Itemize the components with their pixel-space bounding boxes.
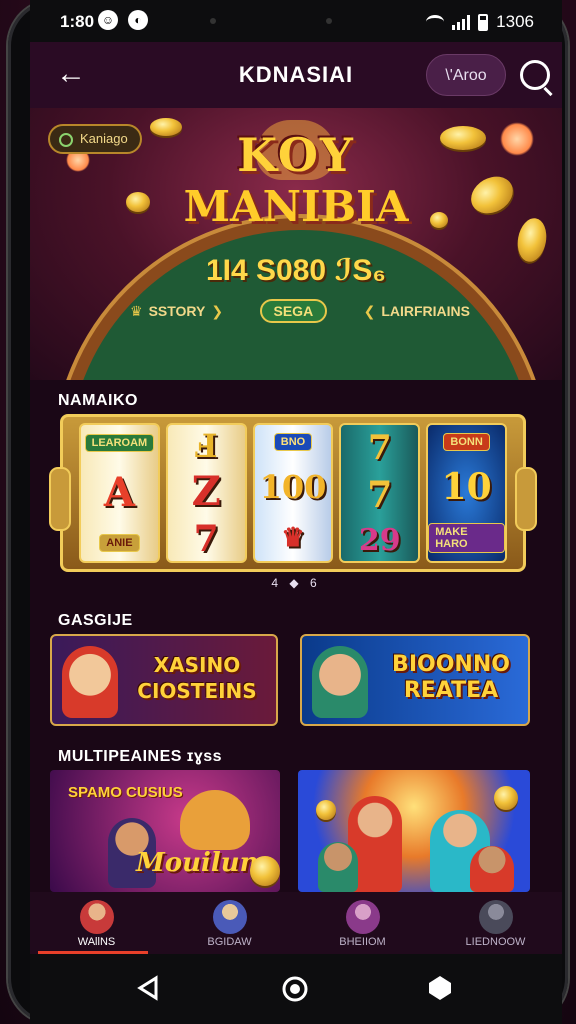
nav-item-3[interactable]: BHEIIOM [296, 892, 429, 954]
reel-symbol: 7 [367, 474, 393, 517]
game-card-title: XASINO CIOSTEINS [137, 653, 257, 703]
reel-label: BONN [443, 432, 490, 451]
reel-symbol: 7 [367, 428, 392, 469]
section-title-games: GASGIJE [58, 612, 133, 629]
reel-label: MAKE HARO [428, 523, 505, 554]
reel-symbol: 10 [441, 465, 492, 508]
nav-item-4[interactable]: LIEDNOOW [429, 892, 562, 954]
reel-symbol: 7 [193, 517, 219, 560]
slot-reel: BNO 100 ♛ [252, 423, 334, 563]
signal-icon [452, 14, 471, 30]
avatar-icon [79, 900, 114, 934]
section-title-multi: MULTIPEAINES ɪɣss [58, 748, 223, 765]
character-icon [318, 842, 358, 892]
slot-reel: LEAROAM A ANIE [79, 423, 160, 563]
slot-machine[interactable]: LEAROAM A ANIE Ⅎ Z 7 BNO 100 ♛ 7 7 29 BO… [49, 414, 537, 572]
coin-icon [494, 786, 518, 810]
avatar-icon [345, 900, 380, 934]
character-icon [470, 846, 514, 892]
reel-symbol: 29 [358, 522, 401, 558]
section-title-slots: NAMAIKO [58, 392, 138, 409]
home-circle-icon[interactable] [280, 974, 310, 1004]
reel-symbol: Z [191, 467, 221, 515]
reel-symbol: A [103, 469, 135, 517]
status-time: 1:80 [60, 12, 95, 31]
nav-item-home[interactable]: WAllNS [30, 892, 163, 954]
game-tile[interactable]: SPAMO CUSIUS Mouilum [50, 770, 280, 892]
hero-logo-bottom: MANIBIA [183, 182, 409, 231]
character-icon [62, 646, 118, 718]
app-header: ← KDNASIAI \'Aroo [30, 42, 562, 108]
status-dots [210, 18, 332, 24]
chip-icon [250, 856, 280, 886]
game-card[interactable]: BIOONNO REATEA [300, 634, 530, 726]
bottom-nav: WAllNS BGIDAW BHEIIOM LIEDNOOW [30, 892, 562, 954]
header-pill-button[interactable]: \'Aroo [426, 54, 506, 96]
profile-icon [478, 900, 513, 934]
reel-label: ANIE [99, 534, 140, 553]
crown-icon: ♛ [281, 522, 305, 553]
status-right-text: 1306 [496, 12, 534, 31]
slot-reel: Ⅎ Z 7 [165, 423, 247, 563]
hero-link-right[interactable]: ❮ LAIRFRIAINS [364, 303, 470, 320]
hero-logo-top: KOY [237, 128, 355, 182]
nav-label: WAllNS [77, 936, 116, 948]
app-notification-icon: ◐ [128, 10, 148, 30]
game-tile-title: SPAMO CUSIUS [68, 784, 183, 801]
recents-icon[interactable] [426, 974, 454, 1002]
carousel-pager[interactable]: 4 ◆ 6 [30, 576, 562, 590]
character-icon [312, 646, 368, 718]
nav-label: BGIDAW [207, 936, 252, 948]
game-card[interactable]: XASINO CIOSTEINS [50, 634, 278, 726]
system-nav-bar [30, 954, 562, 1024]
search-icon[interactable] [520, 60, 550, 90]
wifi-icon [426, 15, 445, 29]
coin-icon [316, 800, 336, 820]
reel-symbol: Ⅎ [194, 426, 218, 465]
reel-label: BNO [273, 433, 313, 452]
slot-reel: BONN 10 MAKE HARO [426, 423, 507, 563]
nav-label: LIEDNOOW [465, 936, 526, 948]
slot-reel: 7 7 29 [339, 423, 421, 563]
mascot-icon [180, 790, 250, 850]
back-triangle-icon[interactable] [134, 974, 162, 1002]
hero-links: ♛ SSTORY ❯ SEGA ❮ LAIRFRIAINS [130, 296, 470, 326]
hero-link-left[interactable]: ♛ SSTORY ❯ [130, 303, 223, 320]
status-right: 1306 [426, 12, 534, 32]
reel-symbol: 100 [259, 467, 327, 506]
jackpot-amount: 1Ӏ4 S080 ℐS₆ [206, 254, 386, 287]
nav-label: BHEIIOM [339, 936, 386, 948]
notification-icon: ☺ [98, 10, 118, 30]
nav-item-2[interactable]: BGIDAW [163, 892, 296, 954]
trophy-icon: ♛ [130, 302, 143, 319]
hero-link-mid[interactable]: SEGA [259, 299, 328, 323]
reel-label: LEAROAM [84, 433, 155, 452]
battery-icon [478, 13, 489, 31]
avatar-icon [212, 900, 247, 934]
game-tile-script: Mouilum [136, 848, 268, 878]
game-card-title: BIOONNO REATEA [392, 652, 510, 703]
status-bar: 1:80 ☺ ◐ 1306 [30, 0, 562, 42]
screen: 1:80 ☺ ◐ 1306 ← KDNASIAI \'Aroo Kaniago … [30, 0, 562, 1024]
game-tile[interactable] [298, 770, 530, 892]
hero-banner[interactable]: Kaniago KOY MANIBIA 1Ӏ4 S080 ℐS₆ ♛ SSTORY… [30, 108, 562, 380]
